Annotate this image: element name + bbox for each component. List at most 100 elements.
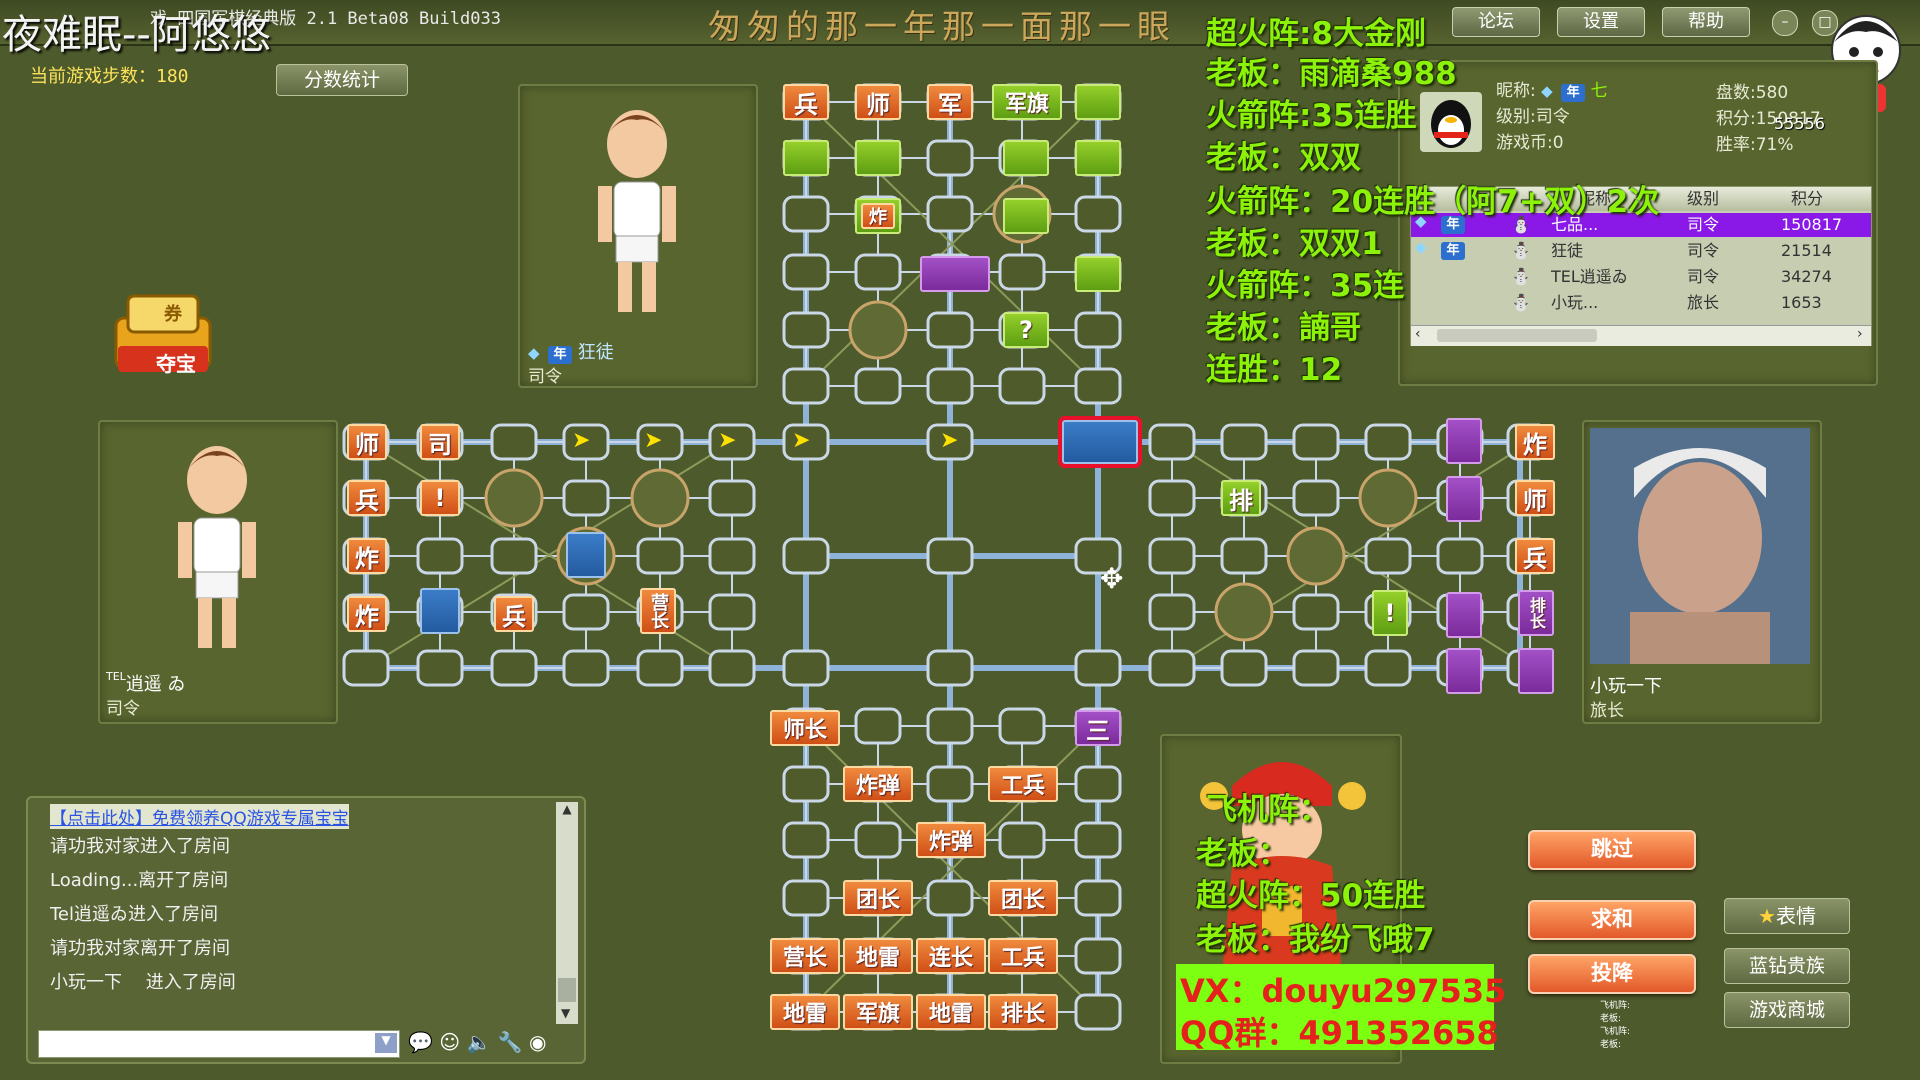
board-slot[interactable] xyxy=(926,649,974,687)
board-slot[interactable] xyxy=(1074,311,1122,349)
board-slot[interactable] xyxy=(416,537,464,575)
board-slot[interactable] xyxy=(854,821,902,859)
piece-purple-marked[interactable]: 三 xyxy=(1075,710,1121,746)
piece-hidden[interactable] xyxy=(1003,198,1049,234)
smiley-icon[interactable]: ☺ xyxy=(439,1030,460,1054)
board-slot[interactable] xyxy=(1364,537,1412,575)
camp-circle[interactable] xyxy=(848,300,908,360)
board-slot[interactable] xyxy=(782,195,830,233)
game-store-button[interactable]: 游戏商城 xyxy=(1724,992,1850,1028)
board-slot[interactable] xyxy=(782,311,830,349)
piece-platoon[interactable]: 排长 xyxy=(1518,590,1554,636)
camp-circle[interactable] xyxy=(1214,582,1274,642)
board-slot[interactable] xyxy=(1292,649,1340,687)
board-slot[interactable] xyxy=(1074,195,1122,233)
piece-alert[interactable]: ! xyxy=(1372,590,1408,636)
piece-soldier[interactable]: 兵 xyxy=(1515,538,1555,574)
piece-division[interactable]: 师 xyxy=(1515,480,1555,516)
piece-hidden[interactable] xyxy=(855,140,901,176)
board-slot[interactable] xyxy=(1148,423,1196,461)
piece-bomb[interactable]: 炸 xyxy=(1515,424,1555,460)
board-slot[interactable] xyxy=(708,593,756,631)
piece-bomb[interactable]: 炸弹 xyxy=(916,822,986,858)
piece-division[interactable]: 师 xyxy=(855,84,901,120)
piece-hidden[interactable] xyxy=(1003,140,1049,176)
piece-alert[interactable]: ! xyxy=(420,480,460,516)
piece-landmine[interactable]: 地雷 xyxy=(916,994,986,1030)
board-slot[interactable] xyxy=(708,479,756,517)
speaker-icon[interactable]: 🔈 xyxy=(466,1030,491,1054)
board-slot[interactable] xyxy=(490,537,538,575)
treasure-chest-icon[interactable]: 券 夺宝 xyxy=(108,290,218,380)
piece-purple-hidden[interactable] xyxy=(920,256,990,292)
board-slot[interactable] xyxy=(1220,423,1268,461)
board-slot[interactable] xyxy=(782,821,830,859)
board-slot[interactable] xyxy=(1292,593,1340,631)
wrench-icon[interactable]: 🔧 xyxy=(498,1030,523,1054)
board-slot[interactable] xyxy=(782,765,830,803)
piece-bomb[interactable]: 炸 xyxy=(347,596,387,632)
scroll-down-icon[interactable]: ▼ xyxy=(561,1006,570,1020)
board-slot[interactable] xyxy=(708,649,756,687)
scroll-right-icon[interactable]: › xyxy=(1857,326,1863,342)
selected-piece[interactable] xyxy=(1058,416,1142,468)
board-slot[interactable] xyxy=(1074,367,1122,405)
board-slot[interactable] xyxy=(342,649,390,687)
board-slot[interactable] xyxy=(926,765,974,803)
board-slot[interactable] xyxy=(1074,821,1122,859)
piece-hidden[interactable] xyxy=(1075,140,1121,176)
piece-engineer[interactable]: 工兵 xyxy=(988,766,1058,802)
board-slot[interactable] xyxy=(854,707,902,745)
board-slot[interactable] xyxy=(636,649,684,687)
globe-icon[interactable]: ◉ xyxy=(529,1030,546,1054)
piece-regiment[interactable]: 团长 xyxy=(843,880,913,916)
piece-regiment[interactable]: 团长 xyxy=(988,880,1058,916)
board-slot[interactable] xyxy=(636,537,684,575)
board-slot[interactable] xyxy=(1220,649,1268,687)
piece-flag[interactable]: 军旗 xyxy=(992,84,1062,120)
board-slot[interactable] xyxy=(1148,593,1196,631)
chat-promo-link[interactable]: 【点击此处】免费领养QQ游戏专属宝宝 xyxy=(50,804,349,829)
piece-purple-hidden[interactable] xyxy=(1446,476,1482,522)
board-slot[interactable] xyxy=(998,821,1046,859)
piece-bomb[interactable]: 炸 xyxy=(347,538,387,574)
board-slot[interactable] xyxy=(1074,993,1122,1031)
board-slot[interactable] xyxy=(1292,423,1340,461)
piece-landmine[interactable]: 地雷 xyxy=(770,994,840,1030)
draw-button[interactable]: 求和 xyxy=(1528,900,1696,940)
board-slot[interactable] xyxy=(1364,423,1412,461)
scroll-up-icon[interactable]: ▲ xyxy=(556,802,578,816)
board-slot[interactable] xyxy=(926,537,974,575)
board-slot[interactable] xyxy=(490,649,538,687)
piece-hidden[interactable] xyxy=(783,140,829,176)
piece-platoon[interactable]: 排 xyxy=(1221,480,1261,516)
piece-division-commander[interactable]: 师长 xyxy=(770,710,840,746)
chat-scrollbar[interactable]: ▲ ▼ xyxy=(556,802,578,1024)
board-slot[interactable] xyxy=(926,879,974,917)
minimize-button[interactable]: – xyxy=(1772,10,1798,36)
board-slot[interactable] xyxy=(1148,649,1196,687)
board-slot[interactable] xyxy=(562,593,610,631)
piece-soldier[interactable]: 兵 xyxy=(347,480,387,516)
board-slot[interactable] xyxy=(782,649,830,687)
piece-blue-hidden[interactable] xyxy=(420,588,460,634)
board-slot[interactable] xyxy=(1074,937,1122,975)
piece-purple-hidden[interactable] xyxy=(1446,648,1482,694)
piece-soldier[interactable]: 兵 xyxy=(494,596,534,632)
board-slot[interactable] xyxy=(1074,649,1122,687)
piece-battalion[interactable]: 营长 xyxy=(640,588,676,634)
board-slot[interactable] xyxy=(926,311,974,349)
piece-battalion[interactable]: 营长 xyxy=(770,938,840,974)
board-slot[interactable] xyxy=(562,479,610,517)
settings-button[interactable]: 设置 xyxy=(1557,7,1645,37)
piece-bomb[interactable]: 炸弹 xyxy=(843,766,913,802)
camp-circle[interactable] xyxy=(630,468,690,528)
chat-input[interactable] xyxy=(39,1031,363,1055)
forum-button[interactable]: 论坛 xyxy=(1452,7,1540,37)
camp-circle[interactable] xyxy=(484,468,544,528)
board-slot[interactable] xyxy=(782,253,830,291)
board-slot[interactable] xyxy=(782,537,830,575)
chevron-down-icon[interactable]: ▼ xyxy=(375,1033,397,1053)
board-slot[interactable] xyxy=(1148,537,1196,575)
board-slot[interactable] xyxy=(926,195,974,233)
